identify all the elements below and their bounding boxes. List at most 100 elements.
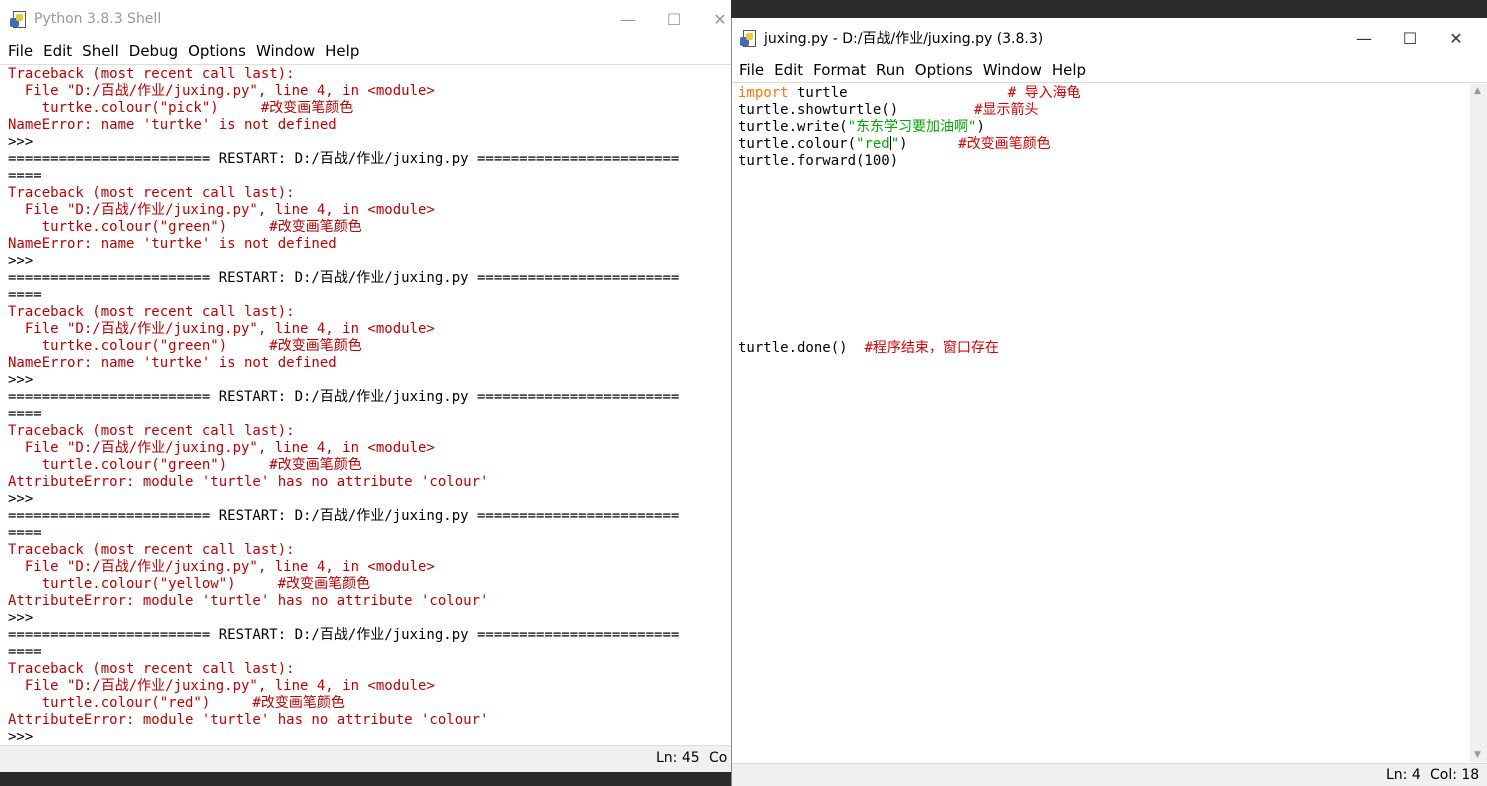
editor-menu-help[interactable]: Help [1047,61,1091,79]
shell-line: File "D:/百战/作业/juxing.py", line 4, in <m… [8,202,435,218]
shell-line: Traceback (most recent call last): [8,661,295,677]
shell-line: >>> [8,491,42,507]
shell-line: AttributeError: module 'turtle' has no a… [8,474,489,490]
line-number: Ln: 45 [656,750,700,766]
shell-line: ======================== RESTART: D:/百战/… [8,270,680,286]
code-token: " [890,136,900,152]
code-token: #程序结束，窗口存在 [864,340,999,356]
shell-line: ==== [8,525,42,541]
shell-line: NameError: name 'turtke' is not defined [8,355,337,371]
shell-line: ======================== RESTART: D:/百战/… [8,151,680,167]
code-line: turtle.colour("red") #改变画笔颜色 [738,136,1468,153]
editor-menubar: File Edit Format Run Options Window Help [732,59,1487,81]
editor-title: juxing.py - D:/百战/作业/juxing.py (3.8.3) [764,31,1044,47]
shell-line: Traceback (most recent call last): [8,542,295,558]
shell-line: Traceback (most recent call last): [8,304,295,320]
code-token: turtle.showturtle() [738,102,975,118]
code-line: turtle.showturtle() #显示箭头 [738,102,1468,119]
code-line: turtle.forward(100) [738,153,1468,170]
shell-line: ==== [8,168,42,184]
maximize-icon[interactable]: ☐ [651,3,697,35]
shell-line: ======================== RESTART: D:/百战/… [8,508,680,524]
code-token: turtle.colour( [738,136,857,152]
code-token: ) [899,136,959,152]
shell-line: Traceback (most recent call last): [8,66,295,82]
shell-line: File "D:/百战/作业/juxing.py", line 4, in <m… [8,559,435,575]
shell-line: turtke.colour("pick") #改变画笔颜色 [8,100,354,116]
shell-titlebar[interactable]: Python 3.8.3 Shell — ☐ ✕ [0,0,731,38]
shell-menu-shell[interactable]: Shell [77,42,124,60]
editor-titlebar[interactable]: juxing.py - D:/百战/作业/juxing.py (3.8.3) —… [732,18,1487,58]
shell-line: ======================== RESTART: D:/百战/… [8,389,680,405]
maximize-icon[interactable]: ☐ [1387,22,1433,54]
shell-window: Python 3.8.3 Shell — ☐ ✕ File Edit Shell De… [0,0,731,772]
shell-title: Python 3.8.3 Shell [34,11,162,27]
line-number: Ln: 4 [1386,767,1421,783]
shell-line: Traceback (most recent call last): [8,185,295,201]
shell-line: >>> [8,134,42,150]
shell-menu-options[interactable]: Options [183,42,251,60]
editor-menu-file[interactable]: File [734,61,769,79]
editor-text[interactable]: import turtle # 导入海龟 turtle.showturtle() … [738,85,1468,755]
editor-menu-format[interactable]: Format [808,61,871,79]
code-token: "东东学习要加油啊" [847,119,977,135]
shell-menu-help[interactable]: Help [320,42,364,60]
shell-line: NameError: name 'turtke' is not defined [8,117,337,133]
code-line: turtle.write("东东学习要加油啊") [738,119,1468,136]
editor-menu-edit[interactable]: Edit [769,61,808,79]
shell-menu-window[interactable]: Window [251,42,320,60]
editor-menu-window[interactable]: Window [978,61,1047,79]
python-file-icon [740,29,758,47]
editor-scrollbar[interactable]: ▲ ▼ [1470,84,1487,762]
shell-line: ==== [8,406,42,422]
minimize-icon[interactable]: — [605,3,651,35]
shell-line: turtle.colour("yellow") #改变画笔颜色 [8,576,371,592]
shell-line: turtle.colour("green") #改变画笔颜色 [8,457,362,473]
shell-line: ======================== RESTART: D:/百战/… [8,627,680,643]
shell-line: File "D:/百战/作业/juxing.py", line 4, in <m… [8,678,435,694]
minimize-icon[interactable]: — [1341,22,1387,54]
shell-menu-file[interactable]: File [3,42,38,60]
code-token: turtle.forward(100) [738,153,899,169]
shell-menu-debug[interactable]: Debug [124,42,183,60]
code-token: import [738,85,789,101]
shell-line: AttributeError: module 'turtle' has no a… [8,593,489,609]
code-line: turtle.done() #程序结束，窗口存在 [738,340,1468,357]
shell-line: >>> [8,729,42,745]
editor-menu-options[interactable]: Options [910,61,978,79]
shell-line: ==== [8,287,42,303]
code-token: #显示箭头 [974,102,1039,118]
close-icon[interactable]: ✕ [1433,22,1479,54]
scroll-up-icon[interactable]: ▲ [1474,86,1481,96]
editor-window: juxing.py - D:/百战/作业/juxing.py (3.8.3) —… [731,18,1487,786]
code-token: ) [976,119,985,135]
shell-line: >>> [8,253,42,269]
scroll-down-icon[interactable]: ▼ [1474,750,1481,760]
shell-line: ==== [8,644,42,660]
shell-line: turtke.colour("green") #改变画笔颜色 [8,338,362,354]
shell-line: turtle.colour("red") #改变画笔颜色 [8,695,345,711]
shell-menu-edit[interactable]: Edit [38,42,77,60]
shell-line: >>> [8,610,42,626]
python-icon [10,10,28,28]
editor-menu-run[interactable]: Run [871,61,910,79]
code-token: turtle.done() [738,340,865,356]
shell-menubar: File Edit Shell Debug Options Window Help [0,40,731,62]
shell-output[interactable]: Traceback (most recent call last): File … [8,66,728,746]
code-token: "red [856,136,890,152]
shell-line: NameError: name 'turtke' is not defined [8,236,337,252]
editor-statusbar: Ln: 4 Col: 18 [732,763,1487,786]
column-number: Co [709,750,728,766]
code-token: turtle.write( [738,119,848,135]
shell-line: AttributeError: module 'turtle' has no a… [8,712,489,728]
